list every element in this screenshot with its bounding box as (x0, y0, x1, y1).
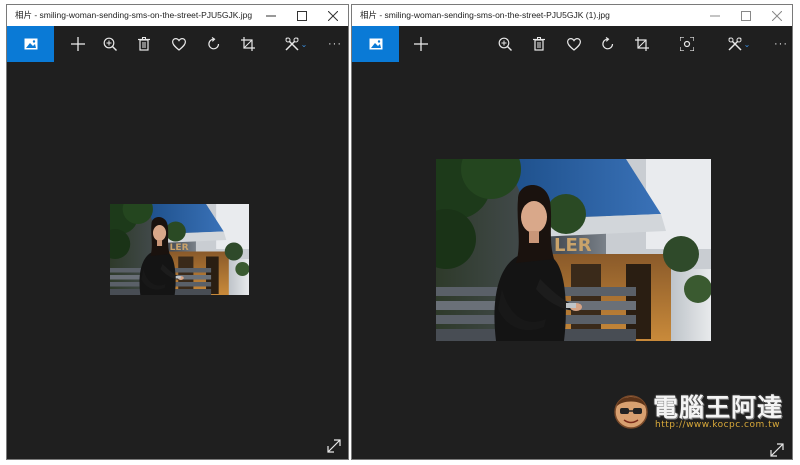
add-button[interactable] (63, 26, 93, 62)
delete-button[interactable] (524, 26, 554, 62)
crop-button[interactable] (233, 26, 263, 62)
edit-tools-icon (728, 37, 742, 51)
camera-focus-button[interactable] (672, 26, 702, 62)
image-mode-button[interactable] (7, 26, 54, 62)
edit-tools-button[interactable]: ⌄ (279, 26, 313, 62)
camera-focus-icon (680, 37, 694, 51)
edit-tools-icon (285, 37, 299, 51)
title-bar[interactable]: 相片 - smiling-woman-sending-sms-on-the-st… (7, 5, 348, 26)
expand-icon (327, 439, 341, 453)
watermark-url: http://www.kocpc.com.tw (655, 420, 781, 430)
title-bar[interactable]: 相片 - smiling-woman-sending-sms-on-the-st… (352, 5, 792, 26)
favorite-heart-icon (567, 37, 581, 51)
minimize-button[interactable] (255, 5, 286, 26)
window-title: 相片 - smiling-woman-sending-sms-on-the-st… (360, 10, 610, 20)
close-button[interactable] (761, 5, 792, 26)
fullscreen-button[interactable] (325, 437, 343, 455)
rotate-button[interactable] (593, 26, 623, 62)
zoom-in-button[interactable] (490, 26, 520, 62)
add-icon (414, 37, 428, 51)
close-button[interactable] (317, 5, 348, 26)
expand-icon (770, 443, 784, 457)
edit-tools-button[interactable]: ⌄ (722, 26, 756, 62)
photo-image (436, 159, 711, 341)
chevron-down-icon: ⌄ (300, 39, 308, 49)
crop-icon (635, 37, 649, 51)
crop-button[interactable] (627, 26, 657, 62)
more-options-button[interactable]: ··· (766, 26, 792, 62)
favorite-button[interactable] (559, 26, 589, 62)
image-mode-icon (369, 38, 382, 50)
photos-window-left: 相片 - smiling-woman-sending-sms-on-the-st… (6, 4, 349, 460)
more-options-button[interactable]: ··· (320, 26, 348, 62)
add-icon (71, 37, 85, 51)
maximize-button[interactable] (730, 5, 761, 26)
rotate-icon (602, 37, 614, 50)
site-watermark: 電腦王阿達 http://www.kocpc.com.tw (611, 386, 791, 434)
more-options-icon: ··· (328, 38, 342, 50)
favorite-heart-icon (172, 37, 186, 51)
watermark-title: 電腦王阿達 (653, 393, 784, 422)
minimize-button[interactable] (699, 5, 730, 26)
add-button[interactable] (406, 26, 436, 62)
zoom-in-icon (103, 37, 117, 51)
favorite-button[interactable] (164, 26, 194, 62)
rotate-button[interactable] (199, 26, 229, 62)
mascot-logo-icon (614, 395, 648, 429)
photo-toolbar: ⌄ ··· (7, 26, 348, 62)
window-controls (699, 5, 792, 26)
image-mode-icon (24, 38, 37, 50)
crop-icon (241, 37, 255, 51)
delete-icon (138, 37, 150, 51)
zoom-in-icon (498, 37, 512, 51)
more-options-icon: ··· (774, 38, 788, 50)
rotate-icon (208, 37, 220, 50)
photo-toolbar: ⌄ ··· (352, 26, 792, 62)
fullscreen-button[interactable] (768, 441, 786, 459)
delete-button[interactable] (129, 26, 159, 62)
delete-icon (533, 37, 545, 51)
chevron-down-icon: ⌄ (743, 39, 751, 49)
photo-image (110, 204, 249, 295)
maximize-button[interactable] (286, 5, 317, 26)
window-title: 相片 - smiling-woman-sending-sms-on-the-st… (15, 10, 253, 20)
image-mode-button[interactable] (352, 26, 399, 62)
window-controls (255, 5, 348, 26)
zoom-in-button[interactable] (95, 26, 125, 62)
